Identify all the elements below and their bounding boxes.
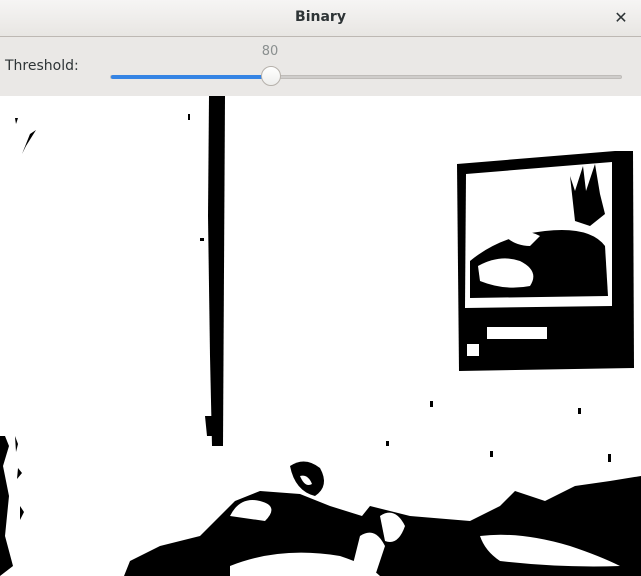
threshold-toolbar: Threshold: 80 xyxy=(0,37,641,96)
threshold-label: Threshold: xyxy=(5,58,79,74)
threshold-value: 80 xyxy=(261,44,279,59)
window-title: Binary xyxy=(295,9,346,25)
binary-threshold-image xyxy=(0,96,641,576)
binary-image-view xyxy=(0,96,641,576)
threshold-slider-handle[interactable] xyxy=(260,66,281,86)
close-icon[interactable]: ✕ xyxy=(611,8,631,28)
threshold-slider-fill xyxy=(111,75,272,79)
title-bar: Binary ✕ xyxy=(0,0,641,37)
threshold-slider-track[interactable] xyxy=(110,75,622,79)
